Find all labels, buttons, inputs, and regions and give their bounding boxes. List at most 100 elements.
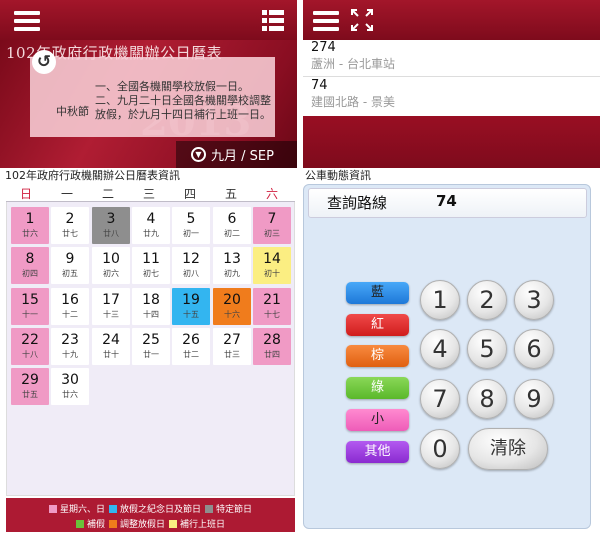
chevron-down-icon[interactable]: ▼ — [191, 147, 206, 162]
calendar-day[interactable]: 3 廿八 — [92, 207, 130, 244]
legend-swatch — [48, 505, 57, 513]
calendar-day[interactable]: 9 初五 — [51, 247, 89, 284]
weekday-label: 一 — [60, 187, 73, 201]
day-number: 10 — [102, 251, 120, 267]
day-number: 24 — [102, 332, 120, 348]
color-route-button-small[interactable]: 小 — [346, 409, 409, 431]
calendar-day[interactable]: 6 初二 — [213, 207, 251, 244]
lunar-date: 廿三 — [224, 350, 240, 359]
legend-label: 星期六、日 — [59, 505, 105, 515]
legend-item: 特定節日 — [205, 502, 252, 515]
calendar-day[interactable]: 27 廿三 — [213, 328, 251, 365]
calendar-day[interactable]: 20 十六 — [213, 288, 251, 325]
calendar-day[interactable]: 22 十八 — [11, 328, 49, 365]
day-number: 28 — [263, 332, 281, 348]
menu-icon[interactable] — [313, 11, 339, 31]
undo-icon[interactable]: ↺ — [32, 50, 56, 74]
calendar-day[interactable]: 17 十三 — [92, 288, 130, 325]
route-query-input[interactable]: 74 — [436, 192, 457, 210]
legend-item: 放假之紀念日及節日 — [108, 502, 201, 515]
day-number: 26 — [182, 332, 200, 348]
fullscreen-icon[interactable] — [350, 8, 374, 32]
calendar-day[interactable]: 19 十五 — [172, 288, 210, 325]
color-route-button-brown[interactable]: 棕 — [346, 345, 409, 367]
day-number: 2 — [65, 211, 75, 227]
lunar-date: 初一 — [183, 229, 199, 238]
legend-label: 補假 — [86, 520, 105, 530]
calendar-day[interactable]: 4 廿九 — [132, 207, 170, 244]
month-label[interactable]: 九月 / SEP — [211, 145, 274, 164]
keypad-key-6[interactable]: 6 — [514, 329, 554, 369]
calendar-day[interactable]: 13 初九 — [213, 247, 251, 284]
bus-section-title: 公車動態資訊 — [303, 168, 600, 184]
keypad-key-7[interactable]: 7 — [420, 379, 460, 419]
calendar-day[interactable]: 8 初四 — [11, 247, 49, 284]
color-route-button-other[interactable]: 其他 — [346, 441, 409, 463]
calendar-day[interactable]: 10 初六 — [92, 247, 130, 284]
legend-label: 特定節日 — [216, 505, 253, 515]
holiday-note: 一、全國各機關學校放假一日。 — [95, 80, 249, 93]
legend-row: 星期六、日 放假之紀念日及節日 特定節日 — [6, 502, 295, 515]
keypad-key-1[interactable]: 1 — [420, 280, 460, 320]
day-number: 9 — [65, 251, 75, 267]
day-number: 20 — [223, 292, 241, 308]
keypad-key-0[interactable]: 0 — [420, 429, 460, 469]
day-number: 12 — [182, 251, 200, 267]
calendar-day[interactable]: 12 初八 — [172, 247, 210, 284]
color-route-button-blue[interactable]: 藍 — [346, 282, 409, 304]
weekday-label: 五 — [224, 187, 237, 201]
day-number: 22 — [21, 332, 39, 348]
lunar-date: 廿六 — [62, 390, 78, 399]
lunar-date: 十八 — [22, 350, 38, 359]
keypad-key-2[interactable]: 2 — [467, 280, 507, 320]
calendar-day[interactable]: 24 廿十 — [92, 328, 130, 365]
calendar-day[interactable]: 21 十七 — [253, 288, 291, 325]
result-item[interactable]: 74 建國北路 - 景美 — [311, 78, 591, 110]
calendar-day[interactable]: 23 十九 — [51, 328, 89, 365]
day-number: 25 — [142, 332, 160, 348]
list-view-icon[interactable] — [262, 10, 284, 32]
lunar-date: 十七 — [264, 310, 280, 319]
menu-icon[interactable] — [14, 11, 40, 31]
result-item[interactable]: 274 蘆洲 - 台北車站 — [311, 40, 591, 72]
day-number: 18 — [142, 292, 160, 308]
legend-swatch — [108, 520, 117, 528]
lunar-date: 初三 — [264, 229, 280, 238]
day-number: 4 — [146, 211, 156, 227]
calendar-top-bar — [0, 0, 297, 40]
calendar-day[interactable]: 5 初一 — [172, 207, 210, 244]
lunar-date: 廿八 — [103, 229, 119, 238]
calendar-day[interactable]: 30 廿六 — [51, 368, 89, 405]
keypad-key-4[interactable]: 4 — [420, 329, 460, 369]
calendar-day[interactable]: 14 初十 — [253, 247, 291, 284]
calendar-day[interactable]: 28 廿四 — [253, 328, 291, 365]
lunar-date: 廿五 — [22, 390, 38, 399]
keypad-key-9[interactable]: 9 — [514, 379, 554, 419]
calendar-day[interactable]: 2 廿七 — [51, 207, 89, 244]
color-route-button-red[interactable]: 紅 — [346, 314, 409, 336]
lunar-date: 十五 — [183, 310, 199, 319]
lunar-date: 初四 — [22, 269, 38, 278]
clear-button[interactable]: 清除 — [468, 428, 548, 470]
color-route-button-green[interactable]: 綠 — [346, 377, 409, 399]
calendar-day[interactable]: 26 廿二 — [172, 328, 210, 365]
lunar-date: 初五 — [62, 269, 78, 278]
keypad-key-8[interactable]: 8 — [467, 379, 507, 419]
day-number: 27 — [223, 332, 241, 348]
keypad-key-5[interactable]: 5 — [467, 329, 507, 369]
calendar-day[interactable]: 11 初七 — [132, 247, 170, 284]
calendar-day[interactable]: 16 十二 — [51, 288, 89, 325]
bottom-strip — [303, 532, 600, 538]
calendar-day[interactable]: 15 十一 — [11, 288, 49, 325]
lunar-date: 初八 — [183, 269, 199, 278]
day-number: 6 — [227, 211, 237, 227]
calendar-day[interactable]: 29 廿五 — [11, 368, 49, 405]
legend-item: 星期六、日 — [48, 502, 105, 515]
calendar-day[interactable]: 25 廿一 — [132, 328, 170, 365]
calendar-day[interactable]: 18 十四 — [132, 288, 170, 325]
legend-label: 補行上班日 — [180, 520, 226, 530]
calendar-day[interactable]: 1 廿六 — [11, 207, 49, 244]
keypad-key-3[interactable]: 3 — [514, 280, 554, 320]
lunar-date: 廿六 — [22, 229, 38, 238]
calendar-day[interactable]: 7 初三 — [253, 207, 291, 244]
